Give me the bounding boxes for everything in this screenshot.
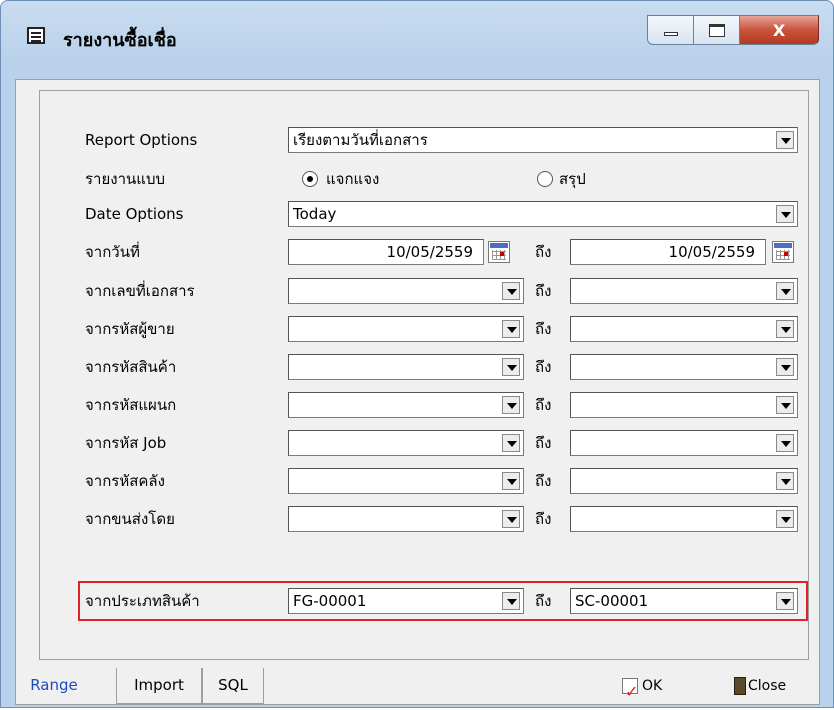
- department-to-select[interactable]: [570, 392, 798, 418]
- range-label-department: จากรหัสแผนก: [85, 396, 177, 414]
- minimize-button[interactable]: [647, 15, 693, 45]
- tab-range[interactable]: Range: [22, 668, 86, 704]
- radio-detailed[interactable]: [302, 171, 318, 187]
- door-exit-icon: [734, 677, 746, 695]
- chevron-down-icon[interactable]: [776, 282, 794, 300]
- close-icon: X: [772, 20, 786, 40]
- to-label: ถึง: [535, 358, 552, 376]
- range-label-document-no: จากเลขที่เอกสาร: [85, 282, 195, 300]
- chevron-down-icon[interactable]: [502, 592, 520, 610]
- warehouse-to-select[interactable]: [570, 468, 798, 494]
- chevron-down-icon[interactable]: [502, 472, 520, 490]
- supplier-from-select[interactable]: [288, 316, 524, 342]
- range-label-shipping: จากขนส่งโดย: [85, 510, 175, 528]
- title-bar[interactable]: รายงานซื้อเชื่อ X: [1, 1, 833, 79]
- report-options-value: เรียงตามวันที่เอกสาร: [293, 131, 428, 149]
- report-options-label: Report Options: [85, 131, 198, 149]
- radio-summary[interactable]: [537, 171, 553, 187]
- product-to-select[interactable]: [570, 354, 798, 380]
- job-to-select[interactable]: [570, 430, 798, 456]
- to-label: ถึง: [535, 396, 552, 414]
- date-to-input[interactable]: 10/05/2559: [570, 239, 766, 265]
- shipping-from-select[interactable]: [288, 506, 524, 532]
- range-label-job: จากรหัส Job: [85, 434, 167, 452]
- chevron-down-icon[interactable]: [776, 358, 794, 376]
- ok-button[interactable]: OK: [622, 668, 663, 710]
- report-options-select[interactable]: เรียงตามวันที่เอกสาร: [288, 127, 798, 153]
- close-window-button[interactable]: X: [739, 15, 819, 45]
- tab-import[interactable]: Import: [116, 668, 202, 704]
- report-window: รายงานซื้อเชื่อ X Report Options เรียงตา…: [0, 0, 834, 710]
- document-no-from-select[interactable]: [288, 278, 524, 304]
- tab-sql[interactable]: SQL: [202, 668, 264, 704]
- date-to-value: 10/05/2559: [668, 243, 755, 261]
- chevron-down-icon[interactable]: [776, 510, 794, 528]
- product-from-select[interactable]: [288, 354, 524, 380]
- date-to-label: ถึง: [535, 243, 552, 261]
- product-type-to-select[interactable]: SC-00001: [570, 588, 798, 614]
- chevron-down-icon[interactable]: [502, 282, 520, 300]
- date-options-select[interactable]: Today: [288, 201, 798, 227]
- to-label: ถึง: [535, 472, 552, 490]
- range-label-product-type: จากประเภทสินค้า: [85, 592, 200, 610]
- document-no-to-select[interactable]: [570, 278, 798, 304]
- radio-summary-label: สรุป: [559, 170, 586, 188]
- to-label: ถึง: [535, 320, 552, 338]
- chevron-down-icon[interactable]: [776, 434, 794, 452]
- calendar-icon[interactable]: [772, 241, 794, 263]
- to-label: ถึง: [535, 434, 552, 452]
- report-form-icon: [27, 27, 45, 44]
- product-type-to-value: SC-00001: [575, 592, 649, 610]
- window-title: รายงานซื้อเชื่อ: [63, 30, 177, 51]
- department-from-select[interactable]: [288, 392, 524, 418]
- date-range-label: จากวันที่: [85, 243, 140, 261]
- range-panel: Report Options เรียงตามวันที่เอกสาร รายง…: [39, 90, 809, 660]
- minimize-icon: [663, 32, 678, 36]
- date-options-value: Today: [293, 205, 337, 223]
- date-from-input[interactable]: 10/05/2559: [288, 239, 484, 265]
- chevron-down-icon[interactable]: [776, 472, 794, 490]
- job-from-select[interactable]: [288, 430, 524, 456]
- range-label-product: จากรหัสสินค้า: [85, 358, 177, 376]
- date-options-label: Date Options: [85, 205, 184, 223]
- chevron-down-icon[interactable]: [502, 396, 520, 414]
- chevron-down-icon[interactable]: [776, 396, 794, 414]
- chevron-down-icon[interactable]: [502, 358, 520, 376]
- chevron-down-icon[interactable]: [502, 434, 520, 452]
- warehouse-from-select[interactable]: [288, 468, 524, 494]
- maximize-button[interactable]: [693, 15, 739, 45]
- report-type-label: รายงานแบบ: [85, 170, 165, 188]
- maximize-icon: [708, 23, 725, 37]
- bottom-tab-bar: Range Import SQL OK Close: [16, 668, 819, 710]
- to-label: ถึง: [535, 282, 552, 300]
- to-label: ถึง: [535, 592, 552, 610]
- product-type-from-select[interactable]: FG-00001: [288, 588, 524, 614]
- chevron-down-icon[interactable]: [502, 320, 520, 338]
- ok-button-label: OK: [642, 678, 663, 694]
- close-button[interactable]: Close: [734, 668, 786, 704]
- close-button-label: Close: [748, 678, 787, 694]
- dialog-client-area: Report Options เรียงตามวันที่เอกสาร รายง…: [15, 79, 820, 710]
- calendar-icon[interactable]: [488, 241, 510, 263]
- chevron-down-icon[interactable]: [776, 205, 794, 223]
- chevron-down-icon[interactable]: [502, 510, 520, 528]
- supplier-to-select[interactable]: [570, 316, 798, 342]
- shipping-to-select[interactable]: [570, 506, 798, 532]
- ok-check-icon: [622, 674, 638, 710]
- product-type-from-value: FG-00001: [293, 592, 367, 610]
- chevron-down-icon[interactable]: [776, 592, 794, 610]
- chevron-down-icon[interactable]: [776, 320, 794, 338]
- range-label-warehouse: จากรหัสคลัง: [85, 472, 165, 490]
- range-label-supplier: จากรหัสผู้ขาย: [85, 320, 175, 338]
- date-from-value: 10/05/2559: [386, 243, 473, 261]
- window-controls: X: [647, 15, 819, 51]
- radio-detailed-label: แจกแจง: [326, 170, 380, 188]
- to-label: ถึง: [535, 510, 552, 528]
- chevron-down-icon[interactable]: [776, 131, 794, 149]
